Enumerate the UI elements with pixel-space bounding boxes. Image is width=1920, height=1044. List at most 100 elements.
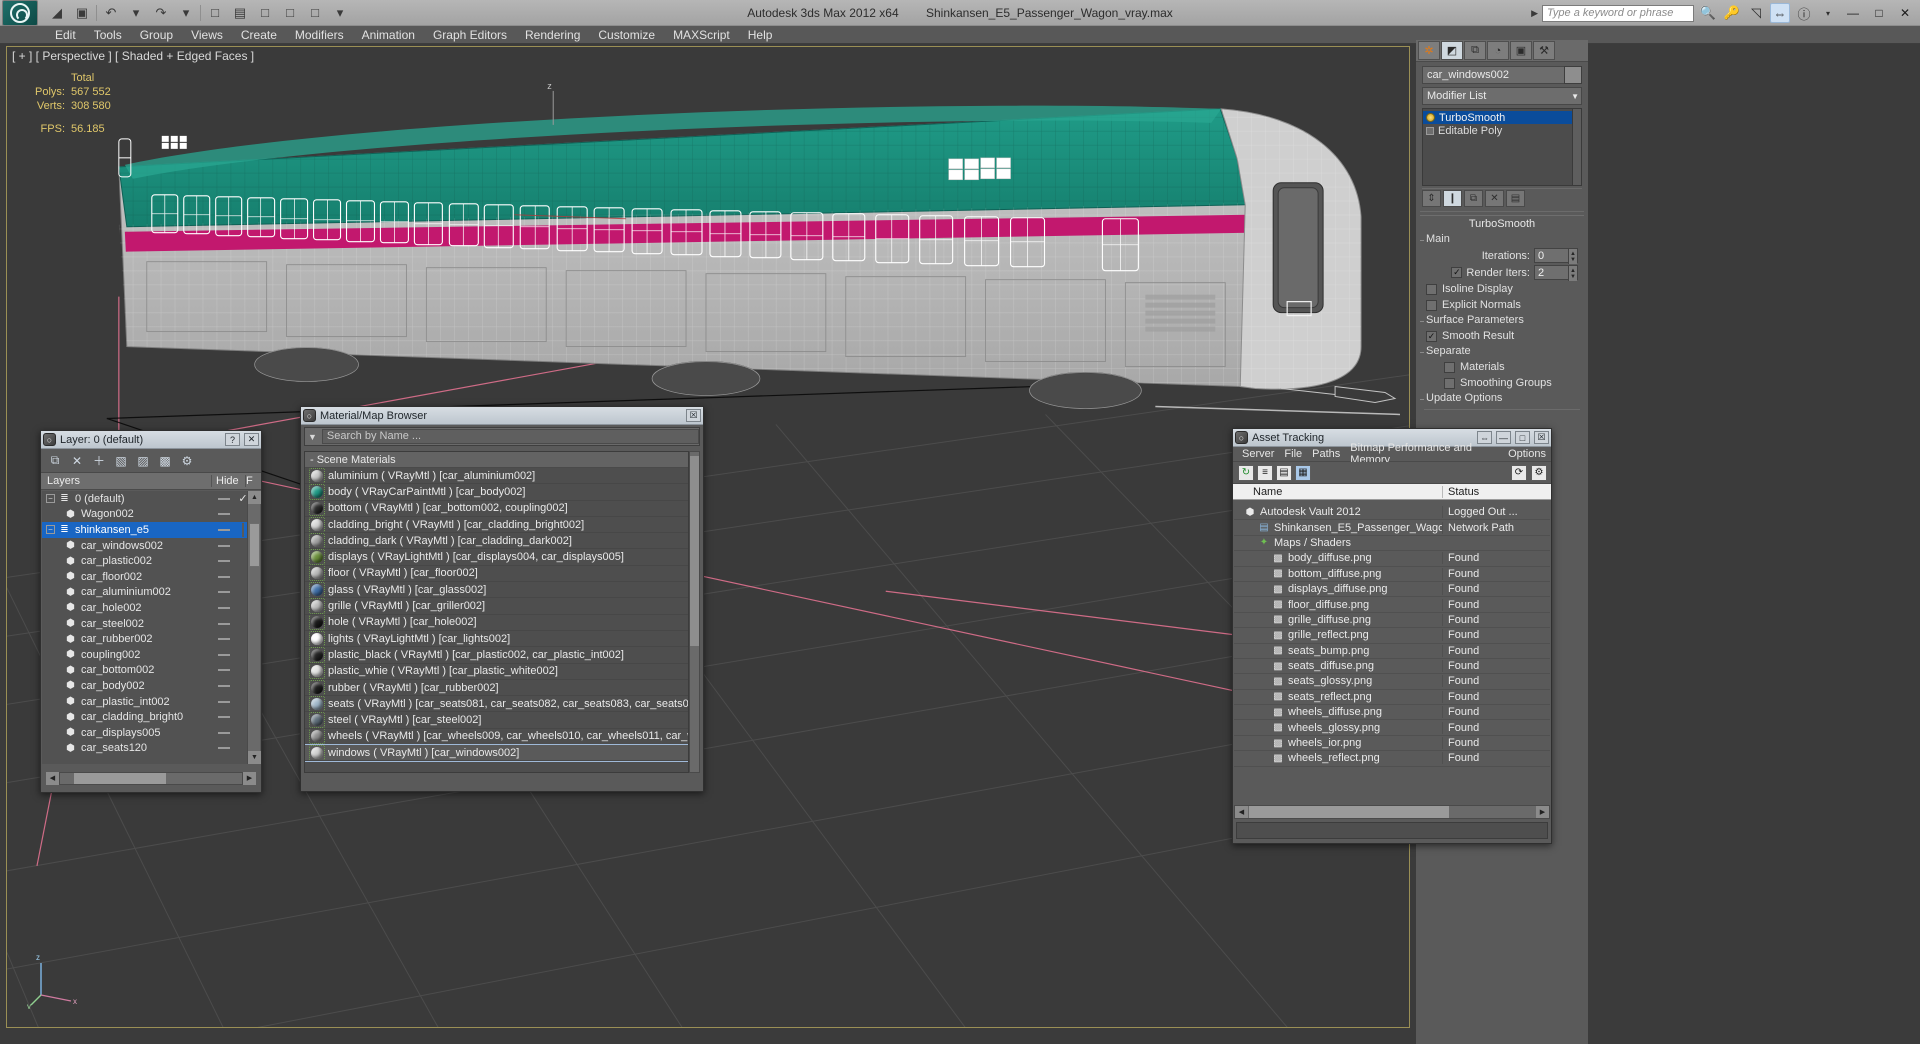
display-tab[interactable]: ▣ bbox=[1510, 41, 1532, 60]
explicit-normals-checkbox[interactable] bbox=[1426, 299, 1437, 311]
material-row[interactable]: cladding_dark ( VRayMtl ) [car_cladding_… bbox=[305, 533, 688, 550]
material-row[interactable]: rubber ( VRayMtl ) [car_rubber002] bbox=[305, 679, 688, 697]
material-list[interactable]: - Scene Materials aluminium ( VRayMtl ) … bbox=[304, 451, 689, 773]
column-layers[interactable]: Layers bbox=[41, 475, 211, 487]
hide-toggle[interactable] bbox=[218, 653, 230, 656]
column-status[interactable]: Status bbox=[1443, 486, 1551, 498]
scrollbar-thumb[interactable] bbox=[1249, 806, 1449, 818]
highlight-selected-icon[interactable]: ▩ bbox=[156, 452, 174, 470]
help-button[interactable]: ? bbox=[225, 433, 240, 446]
close-button[interactable]: ✕ bbox=[1894, 3, 1916, 23]
hide-toggle[interactable] bbox=[218, 747, 230, 750]
layer-row[interactable]: ⬢ car_plastic002 bbox=[42, 553, 260, 569]
menu-item-rendering[interactable]: Rendering bbox=[516, 26, 589, 44]
pin-stack-button[interactable]: ⇕ bbox=[1422, 190, 1441, 207]
asset-row[interactable]: ▩ seats_reflect.png Found bbox=[1234, 690, 1550, 706]
layer-properties-icon[interactable]: ⚙ bbox=[178, 452, 196, 470]
spinner-arrows-icon[interactable]: ▲ ▼ bbox=[1568, 249, 1577, 264]
help-dropdown-icon[interactable]: ▾ bbox=[1818, 3, 1838, 23]
hide-toggle[interactable] bbox=[218, 716, 230, 719]
viewport-label[interactable]: [ + ] [ Perspective ] [ Shaded + Edged F… bbox=[12, 49, 254, 63]
delete-layer-icon[interactable]: ✕ bbox=[68, 452, 86, 470]
hide-toggle[interactable] bbox=[218, 700, 230, 703]
scroll-left-icon[interactable]: ◀ bbox=[1235, 806, 1248, 818]
list-view-icon[interactable]: ≡ bbox=[1257, 464, 1273, 481]
object-color-swatch[interactable] bbox=[1564, 66, 1582, 84]
layer-row[interactable]: ⬢ car_displays005 bbox=[42, 725, 260, 741]
modify-tab[interactable]: ◩ bbox=[1441, 41, 1463, 60]
modifier-stack-scrollbar[interactable] bbox=[1572, 109, 1581, 185]
modifier-stack-item[interactable]: TurboSmooth bbox=[1423, 111, 1581, 124]
menu-item-views[interactable]: Views bbox=[182, 26, 232, 44]
expand-collapse-icon[interactable]: − bbox=[46, 525, 55, 535]
smoothing-groups-checkbox[interactable] bbox=[1444, 377, 1455, 389]
material-row[interactable]: cladding_bright ( VRayMtl ) [car_claddin… bbox=[305, 516, 688, 534]
hide-toggle[interactable] bbox=[218, 544, 230, 547]
render-iters-checkbox[interactable] bbox=[1451, 267, 1463, 278]
scroll-right-icon[interactable]: ▶ bbox=[243, 771, 256, 785]
layer-row[interactable]: ⬢ car_floor002 bbox=[42, 569, 260, 585]
material-row[interactable]: seats ( VRayMtl ) [car_seats081, car_sea… bbox=[305, 696, 688, 713]
material-row[interactable]: aluminium ( VRayMtl ) [car_aluminium002] bbox=[305, 468, 688, 485]
layer-row[interactable]: ⬢ car_plastic_int002 bbox=[42, 694, 260, 710]
close-button[interactable]: ☒ bbox=[686, 409, 701, 422]
undo-button[interactable]: ↶ bbox=[100, 3, 122, 23]
layer-dialog[interactable]: ○ Layer: 0 (default) ? ✕ ⧉ ✕ ＋ ▧ ▨ ▩ ⚙ Layers … bbox=[40, 430, 262, 793]
hierarchy-tab[interactable]: ⧉ bbox=[1464, 41, 1486, 60]
asset-row[interactable]: ▩ seats_glossy.png Found bbox=[1234, 674, 1550, 690]
material-row[interactable]: hole ( VRayMtl ) [car_hole002] bbox=[305, 614, 688, 631]
material-row[interactable]: steel ( VRayMtl ) [car_steel002] bbox=[305, 712, 688, 729]
satellite-icon[interactable]: ◹ bbox=[1746, 3, 1766, 23]
asset-list[interactable]: ⬢ Autodesk Vault 2012 Logged Out ... ▤ Shink… bbox=[1234, 505, 1550, 801]
layer-row[interactable]: ⬢ car_hole002 bbox=[42, 600, 260, 616]
layer-row[interactable]: ⬢ car_cladding_bright0 bbox=[42, 709, 260, 725]
motion-tab[interactable]: ◔ bbox=[1487, 41, 1509, 60]
materials-row[interactable]: Materials bbox=[1420, 359, 1584, 375]
close-button[interactable]: ☒ bbox=[1534, 431, 1549, 444]
scrollbar-thumb[interactable] bbox=[74, 772, 166, 784]
layer-row[interactable]: ⬢ car_steel002 bbox=[42, 616, 260, 632]
layer-row[interactable]: ⬢ car_body002 bbox=[42, 678, 260, 694]
hide-toggle[interactable] bbox=[218, 560, 230, 563]
material-row[interactable]: plastic_black ( VRayMtl ) [car_plastic00… bbox=[305, 647, 688, 664]
layer-row[interactable]: ⬢ car_bottom002 bbox=[42, 663, 260, 679]
create-tab[interactable]: ✲ bbox=[1418, 41, 1440, 60]
layer-list[interactable]: − ≣ 0 (default) ✓ ⬢ Wagon002− ≣ shinkansen_e5 ⬢ c… bbox=[42, 491, 260, 764]
show-end-result-button[interactable]: ❙ bbox=[1443, 190, 1462, 207]
asset-tracking-dialog[interactable]: ○ Asset Tracking ⇔ — □ ☒ Server File Paths… bbox=[1232, 428, 1552, 844]
layer-row[interactable]: ⬢ Wagon002 bbox=[42, 507, 260, 523]
render-iters-spinner[interactable]: 2 ▲ ▼ bbox=[1534, 265, 1578, 281]
refresh-icon[interactable]: ↻ bbox=[1238, 464, 1254, 481]
layer-row[interactable]: ⬢ car_windows002 bbox=[42, 538, 260, 554]
material-row[interactable]: floor ( VRayMtl ) [car_floor002] bbox=[305, 565, 688, 583]
stack-item-icon[interactable] bbox=[1426, 126, 1434, 135]
asset-row[interactable]: ▩ seats_bump.png Found bbox=[1234, 644, 1550, 659]
asset-row[interactable]: ✦ Maps / Shaders bbox=[1234, 536, 1550, 552]
scroll-up-icon[interactable]: ▲ bbox=[248, 491, 261, 504]
asset-row[interactable]: ▤ Shinkansen_E5_Passenger_Wagon_vray.maxN… bbox=[1234, 520, 1550, 536]
isoline-display-checkbox[interactable] bbox=[1426, 283, 1437, 295]
scene-materials-group-header[interactable]: - Scene Materials bbox=[305, 452, 688, 468]
hide-toggle[interactable] bbox=[218, 731, 230, 734]
asset-row[interactable]: ▩ grille_diffuse.png Found bbox=[1234, 613, 1550, 629]
select-objects-icon[interactable]: ▧ bbox=[112, 452, 130, 470]
asset-row[interactable]: ▩ wheels_glossy.png Found bbox=[1234, 720, 1550, 736]
material-row[interactable]: lights ( VRayLightMtl ) [car_lights002] bbox=[305, 630, 688, 648]
asset-menu-options[interactable]: Options bbox=[1503, 448, 1551, 460]
redo-dropdown[interactable]: ▾ bbox=[175, 3, 197, 23]
explicit-normals-row[interactable]: Explicit Normals bbox=[1420, 297, 1584, 313]
add-selection-icon[interactable]: ＋ bbox=[90, 452, 108, 470]
filter-dropdown-icon[interactable]: ▼ bbox=[308, 432, 317, 442]
layer-dialog-titlebar[interactable]: ○ Layer: 0 (default) ? ✕ bbox=[41, 431, 261, 449]
modifier-list-dropdown[interactable]: Modifier List ▼ bbox=[1422, 87, 1582, 105]
asset-row[interactable]: ▩ wheels_ior.png Found bbox=[1234, 736, 1550, 752]
layer-row[interactable]: ⬢ car_seats120 bbox=[42, 741, 260, 757]
material-row[interactable]: glass ( VRayMtl ) [car_glass002] bbox=[305, 582, 688, 599]
material-row[interactable]: displays ( VRayLightMtl ) [car_displays0… bbox=[305, 549, 688, 566]
asset-horizontal-scrollbar[interactable]: ◀ ▶ bbox=[1234, 805, 1550, 819]
asset-row[interactable]: ▩ grille_reflect.png Found bbox=[1234, 628, 1550, 644]
column-hide[interactable]: Hide bbox=[211, 475, 245, 487]
material-row[interactable]: windows ( VRayMtl ) [car_windows002] bbox=[305, 744, 688, 763]
sync-icon[interactable]: ⟳ bbox=[1511, 464, 1527, 481]
menu-item-graph-editors[interactable]: Graph Editors bbox=[424, 26, 516, 44]
